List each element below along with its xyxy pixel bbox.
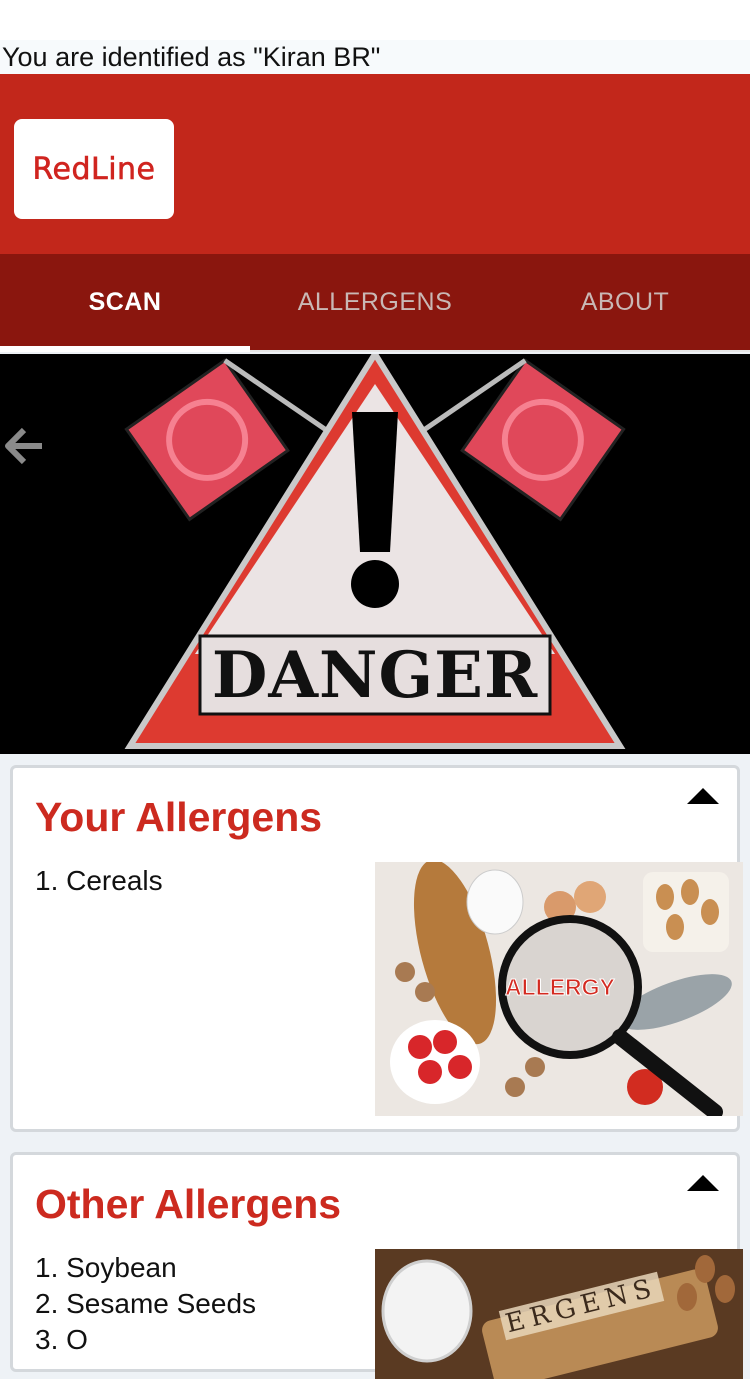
allergy-food-image: ALLERGY bbox=[375, 862, 743, 1116]
app-header: RedLine bbox=[0, 74, 750, 254]
identified-user-text: You are identified as "Kiran BR" bbox=[0, 40, 750, 74]
your-allergens-list: 1. Cereals bbox=[35, 863, 163, 899]
other-allergens-title: Other Allergens bbox=[35, 1181, 342, 1227]
danger-text: DANGER bbox=[211, 637, 539, 713]
your-allergens-title: Your Allergens bbox=[35, 794, 323, 840]
list-item: 3. O bbox=[35, 1324, 88, 1355]
status-bar bbox=[0, 0, 750, 40]
arrow-left-icon[interactable] bbox=[2, 424, 46, 468]
allergy-image-label: ALLERGY bbox=[505, 974, 616, 1001]
list-item: 2. Sesame Seeds bbox=[35, 1288, 257, 1319]
allergens-wood-image: ERGENS bbox=[375, 1249, 743, 1379]
your-allergens-card: Your Allergens 1. Cereals ALLERGY bbox=[10, 765, 743, 1132]
danger-banner-image: DANGER bbox=[0, 354, 750, 754]
other-allergens-list: 1. Soybean 2. Sesame Seeds 3. O bbox=[35, 1250, 256, 1358]
chevron-up-icon[interactable] bbox=[685, 1173, 721, 1195]
tab-allergens-label: ALLERGENS bbox=[297, 287, 453, 316]
other-allergens-card: Other Allergens 1. Soybean 2. Sesame See… bbox=[10, 1152, 743, 1379]
tab-about[interactable]: ABOUT bbox=[500, 254, 750, 350]
tab-allergens[interactable]: ALLERGENS bbox=[250, 254, 500, 350]
tab-scan[interactable]: SCAN bbox=[0, 254, 250, 352]
logo-text: RedLine bbox=[32, 151, 156, 187]
tab-scan-label: SCAN bbox=[88, 287, 162, 316]
redline-logo: RedLine bbox=[14, 119, 174, 219]
chevron-up-icon[interactable] bbox=[685, 786, 721, 808]
list-item: 1. Cereals bbox=[35, 865, 163, 896]
tab-bar: SCAN ALLERGENS ABOUT bbox=[0, 254, 750, 352]
list-item: 1. Soybean bbox=[35, 1252, 177, 1283]
tab-about-label: ABOUT bbox=[580, 287, 670, 316]
